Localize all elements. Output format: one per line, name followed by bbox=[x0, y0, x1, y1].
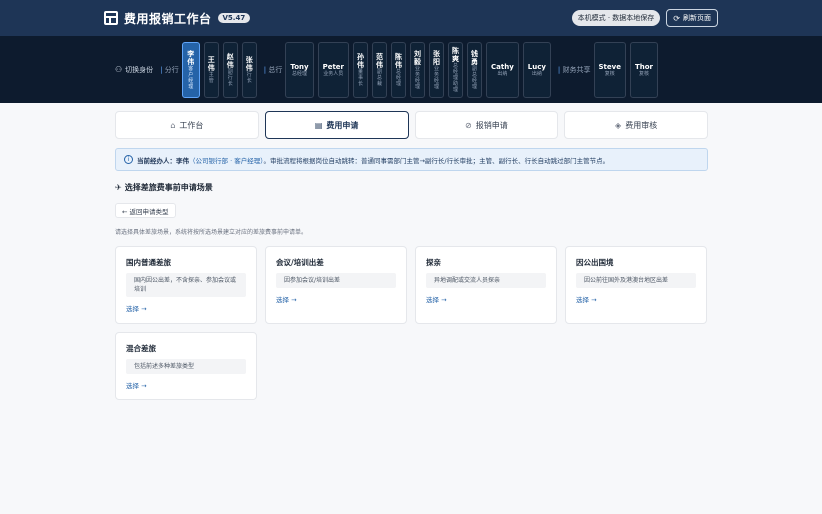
main-tabs: ⌂ 工作台 ▤ 费用申请 ⊘ 报销申请 ◈ 费用审核 bbox=[115, 111, 708, 139]
role-card-chenwei[interactable]: 陈伟 总经理 bbox=[391, 41, 406, 98]
group-label-head-office: | 总行 bbox=[263, 65, 283, 74]
role-card-tony[interactable]: Tony 总经理 bbox=[285, 41, 314, 98]
user-icon: ⚇ bbox=[115, 65, 123, 74]
layout-icon bbox=[104, 11, 118, 25]
tab-reimbursement[interactable]: ⊘ 报销申请 bbox=[414, 111, 559, 139]
role-card-zhangyang[interactable]: 张阳 业务经理 bbox=[429, 41, 444, 98]
switch-identity: ⚇ 切换身份 bbox=[115, 65, 153, 75]
home-icon: ⌂ bbox=[170, 120, 176, 130]
current-handler-notice: i 当前经办人：李伟（公司银行部 · 客户经理）。审批流程将根据岗位自动跳转：普… bbox=[115, 148, 708, 171]
tab-expense-review[interactable]: ◈ 费用审核 bbox=[564, 111, 708, 139]
tab-workbench[interactable]: ⌂ 工作台 bbox=[115, 111, 259, 139]
refresh-button[interactable]: ⟳ 刷新页面 bbox=[666, 9, 718, 27]
document-icon: ▤ bbox=[314, 120, 323, 130]
check-circle-icon: ⊘ bbox=[465, 120, 472, 130]
scenario-card-mixed[interactable]: 混合差旅 包括前述多种差旅类型 选择 → bbox=[115, 332, 257, 400]
refresh-label: 刷新页面 bbox=[683, 14, 711, 22]
role-card-wangwei[interactable]: 王伟 主管 bbox=[203, 41, 219, 98]
role-card-thor[interactable]: Thor 复核 bbox=[629, 41, 658, 98]
switch-identity-label: 切换身份 bbox=[125, 65, 154, 74]
scenario-card-family-visit[interactable]: 探亲 异地调配或交流人员探亲 选择 → bbox=[415, 246, 557, 324]
refresh-icon: ⟳ bbox=[673, 13, 680, 23]
role-card-sunwei[interactable]: 孙伟 董事长 bbox=[353, 41, 368, 98]
select-link[interactable]: 选择 → bbox=[126, 380, 246, 390]
app-title: 费用报销工作台 bbox=[124, 11, 212, 26]
scenario-card-meeting[interactable]: 会议/培训出差 因参加会议/培训出差 选择 → bbox=[265, 246, 407, 324]
role-card-cathy[interactable]: Cathy 出纳 bbox=[486, 41, 519, 98]
app-header: 费用报销工作台 V5.47 本机模式 · 数据本地保存 ⟳ 刷新页面 bbox=[0, 0, 822, 36]
role-card-qianyong[interactable]: 钱勇 副总经理 bbox=[467, 41, 482, 98]
section-title: ✈ 选择差旅费事前申请场景 bbox=[115, 183, 213, 192]
role-card-liwei[interactable]: 李伟 客户经理 bbox=[181, 41, 200, 98]
select-link[interactable]: 选择 → bbox=[276, 294, 396, 304]
role-card-fanwei[interactable]: 范伟 副总裁 bbox=[372, 41, 387, 98]
role-card-zhaowei[interactable]: 赵伟 副行长 bbox=[222, 41, 238, 98]
plane-icon: ✈ bbox=[115, 183, 122, 192]
group-label-finance: | 财务共享 bbox=[557, 65, 591, 74]
stack-icon: ◈ bbox=[615, 120, 622, 130]
role-card-steve[interactable]: Steve 复核 bbox=[593, 41, 626, 98]
mode-badge: 本机模式 · 数据本地保存 bbox=[571, 10, 661, 26]
select-link[interactable]: 选择 → bbox=[126, 303, 246, 313]
role-card-chenshuang[interactable]: 陈爽 总经理助理 bbox=[448, 41, 463, 98]
info-icon: i bbox=[124, 155, 133, 164]
tab-expense-application[interactable]: ▤ 费用申请 bbox=[264, 111, 409, 139]
select-link[interactable]: 选择 → bbox=[426, 294, 546, 304]
scenario-card-domestic[interactable]: 国内普通差旅 国内因公出差，不含探亲、参加会议或培训 选择 → bbox=[115, 246, 257, 324]
scenario-card-overseas[interactable]: 因公出国境 因公前往国外及港澳台地区出差 选择 → bbox=[565, 246, 707, 324]
role-card-zhangwei[interactable]: 张伟 行长 bbox=[241, 41, 257, 98]
group-label-branch: | 分行 bbox=[160, 65, 179, 74]
role-card-liuyi[interactable]: 刘毅 业务经理 bbox=[410, 41, 425, 98]
select-link[interactable]: 选择 → bbox=[576, 294, 696, 304]
version-badge: V5.47 bbox=[217, 13, 251, 23]
role-card-lucy[interactable]: Lucy 出纳 bbox=[522, 41, 551, 98]
back-button[interactable]: ← 返回申请类型 bbox=[115, 203, 176, 218]
scenario-hint: 请选择具体差旅场景，系统将按所选场景建立对应的差旅费事前申请单。 bbox=[115, 229, 308, 236]
role-switcher: ⚇ 切换身份 | 分行 李伟 客户经理 王伟 主管 赵伟 副行长 张伟 行长 | 总行 … bbox=[0, 36, 822, 103]
role-card-peter[interactable]: Peter 业务人员 bbox=[317, 41, 349, 98]
